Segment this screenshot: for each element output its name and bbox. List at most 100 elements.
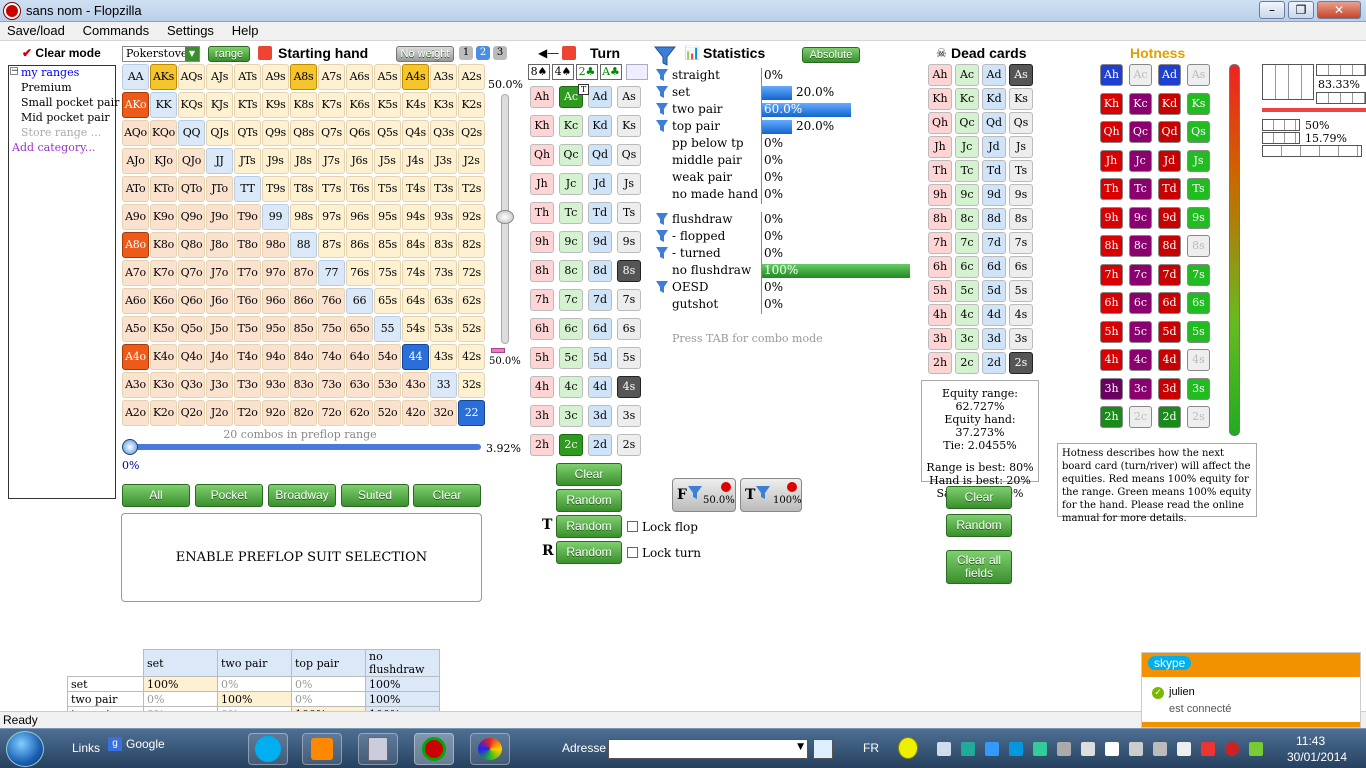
hotness-card-jc[interactable]: Jc: [1129, 149, 1152, 172]
tray-icon-4[interactable]: [1009, 742, 1023, 756]
turn-card-8c[interactable]: 8c: [559, 260, 583, 282]
hand-cell-kts[interactable]: KTs: [234, 92, 261, 118]
hand-cell-q2o[interactable]: Q2o: [178, 400, 205, 426]
weight-1-button[interactable]: 1: [459, 46, 473, 60]
tray-icon-12[interactable]: [1225, 742, 1239, 756]
hand-cell-aqo[interactable]: AQo: [122, 120, 149, 146]
dead-card-9h[interactable]: 9h: [928, 184, 952, 206]
hand-cell-t4s[interactable]: T4s: [402, 176, 429, 202]
menu-commands[interactable]: Commands: [76, 22, 156, 39]
clock-date[interactable]: 30/01/2014: [1287, 750, 1347, 764]
hand-cell-74s[interactable]: 74s: [402, 260, 429, 286]
dead-card-js[interactable]: Js: [1009, 136, 1033, 158]
hand-cell-qto[interactable]: QTo: [178, 176, 205, 202]
hotness-card-2d[interactable]: 2d: [1158, 406, 1181, 428]
hand-cell-qts[interactable]: QTs: [234, 120, 261, 146]
hand-cell-k6s[interactable]: K6s: [346, 92, 373, 118]
filter-funnel-icon[interactable]: [656, 103, 668, 116]
collapse-icon[interactable]: −: [10, 67, 19, 76]
hand-cell-32s[interactable]: 32s: [458, 372, 485, 398]
dead-card-3h[interactable]: 3h: [928, 328, 952, 350]
filter-funnel-icon[interactable]: [656, 247, 668, 260]
hand-cell-83o[interactable]: 83o: [290, 372, 317, 398]
stat-label-11[interactable]: no flushdraw: [672, 263, 751, 277]
tray-icon-5[interactable]: [1033, 742, 1047, 756]
hotness-card-jd[interactable]: Jd: [1158, 149, 1181, 172]
hand-cell-k4o[interactable]: K4o: [150, 344, 177, 370]
hand-cell-65s[interactable]: 65s: [374, 288, 401, 314]
range-category-my-ranges[interactable]: my ranges: [21, 66, 79, 79]
hand-cell-87s[interactable]: 87s: [318, 232, 345, 258]
hand-cell-77[interactable]: 77: [318, 260, 345, 286]
turn-card-js[interactable]: Js: [617, 173, 641, 195]
hotness-card-4s[interactable]: 4s: [1187, 349, 1210, 371]
turn-card-7d[interactable]: 7d: [588, 289, 612, 311]
hand-cell-q2s[interactable]: Q2s: [458, 120, 485, 146]
hotness-card-6s[interactable]: 6s: [1187, 292, 1210, 314]
hand-cell-t8s[interactable]: T8s: [290, 176, 317, 202]
no-weight-button[interactable]: No weight: [396, 46, 454, 62]
hotness-card-7d[interactable]: 7d: [1158, 263, 1181, 286]
hand-cell-j2o[interactable]: J2o: [206, 400, 233, 426]
maximize-button[interactable]: ❐: [1288, 1, 1314, 19]
turn-card-9d[interactable]: 9d: [588, 231, 612, 253]
dead-card-9c[interactable]: 9c: [955, 184, 979, 206]
hand-cell-q3s[interactable]: Q3s: [430, 120, 457, 146]
pocket-button[interactable]: Pocket: [195, 484, 263, 507]
hotness-card-qd[interactable]: Qd: [1158, 121, 1181, 143]
range-item-mid-pocket-pair[interactable]: Mid pocket pair: [21, 111, 110, 124]
turn-card-qd[interactable]: Qd: [588, 144, 612, 166]
hand-cell-j6s[interactable]: J6s: [346, 148, 373, 174]
turn-card-as[interactable]: As: [617, 86, 641, 108]
hotness-card-4h[interactable]: 4h: [1100, 349, 1123, 371]
turn-card-4c[interactable]: 4c: [559, 376, 583, 398]
hand-cell-t2o[interactable]: T2o: [234, 400, 261, 426]
hand-cell-99[interactable]: 99: [262, 204, 289, 230]
range-item-small-pocket-pair[interactable]: Small pocket pair: [21, 96, 119, 109]
hand-cell-q8s[interactable]: Q8s: [290, 120, 317, 146]
dead-card-8h[interactable]: 8h: [928, 208, 952, 230]
hand-cell-96s[interactable]: 96s: [346, 204, 373, 230]
filter-funnel-icon[interactable]: [656, 213, 668, 226]
turn-card-8s[interactable]: 8s: [617, 260, 641, 282]
dead-card-kd[interactable]: Kd: [982, 88, 1006, 110]
links-toolbar[interactable]: Links: [72, 741, 100, 755]
hand-cell-j8s[interactable]: J8s: [290, 148, 317, 174]
hand-cell-44[interactable]: 44: [402, 344, 429, 370]
hand-cell-qq[interactable]: QQ: [178, 120, 205, 146]
go-button[interactable]: [813, 739, 833, 759]
turn-clear-button[interactable]: Clear: [556, 463, 622, 486]
tray-icon-6[interactable]: [1057, 742, 1071, 756]
tray-icon-10[interactable]: [1153, 742, 1167, 756]
hand-cell-92o[interactable]: 92o: [262, 400, 289, 426]
dead-card-5s[interactable]: 5s: [1009, 280, 1033, 302]
address-input[interactable]: ▼: [608, 739, 808, 759]
calculator-taskbar-icon[interactable]: [358, 733, 398, 765]
hand-cell-a7s[interactable]: A7s: [318, 64, 345, 90]
hotness-card-9c[interactable]: 9c: [1129, 206, 1152, 229]
menu-saveload[interactable]: Save/load: [0, 22, 72, 39]
hand-cell-93s[interactable]: 93s: [430, 204, 457, 230]
hotness-card-8h[interactable]: 8h: [1100, 235, 1123, 257]
hand-cell-82s[interactable]: 82s: [458, 232, 485, 258]
hand-cell-kqs[interactable]: KQs: [178, 92, 205, 118]
turn-card-4s[interactable]: 4s: [617, 376, 641, 398]
dead-card-td[interactable]: Td: [982, 160, 1006, 182]
hand-cell-53o[interactable]: 53o: [374, 372, 401, 398]
hotness-card-8d[interactable]: 8d: [1158, 235, 1181, 257]
hand-cell-j8o[interactable]: J8o: [206, 232, 233, 258]
close-button[interactable]: ✕: [1317, 1, 1361, 19]
hand-cell-k2o[interactable]: K2o: [150, 400, 177, 426]
dead-card-4s[interactable]: 4s: [1009, 304, 1033, 326]
tray-icon-7[interactable]: [1081, 742, 1095, 756]
hand-cell-43o[interactable]: 43o: [402, 372, 429, 398]
hand-cell-ajs[interactable]: AJs: [206, 64, 233, 90]
hand-cell-t5o[interactable]: T5o: [234, 316, 261, 342]
hand-cell-aks[interactable]: AKs: [150, 64, 177, 90]
filter-funnel-icon[interactable]: [656, 230, 668, 243]
dead-clear-button[interactable]: Clear: [946, 486, 1012, 509]
hotness-card-9h[interactable]: 9h: [1100, 206, 1123, 229]
menu-help[interactable]: Help: [225, 22, 266, 39]
hotness-card-9s[interactable]: 9s: [1187, 206, 1210, 229]
dead-card-8d[interactable]: 8d: [982, 208, 1006, 230]
